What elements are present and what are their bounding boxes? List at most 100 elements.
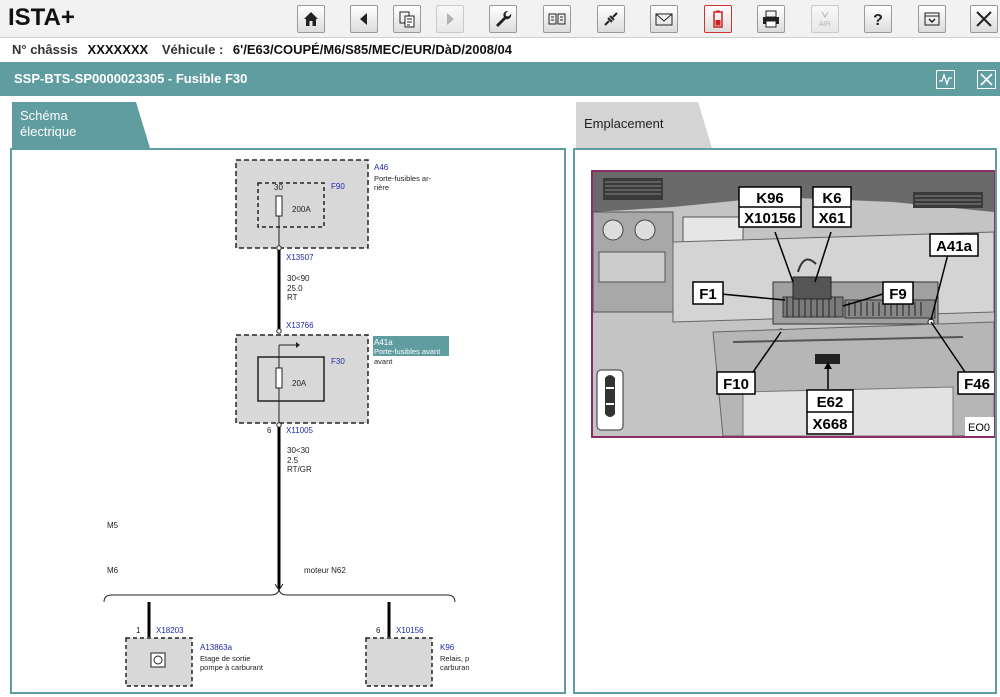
connection-icon: [604, 12, 618, 26]
chassis-value: XXXXXXX: [87, 42, 149, 57]
moteur-label: moteur N62: [304, 566, 346, 575]
forward-button[interactable]: [436, 5, 464, 33]
x10156-label[interactable]: X10156: [396, 626, 424, 635]
f90-fuse-symbol: [275, 195, 283, 217]
loc-label-x668[interactable]: X668: [812, 416, 847, 433]
x13507-label[interactable]: X13507: [286, 253, 314, 262]
k96-module-box[interactable]: [365, 637, 433, 687]
document-header: SSP-BTS-SP0000023305 - Fusible F30: [0, 62, 1000, 96]
f90-rating: 200A: [292, 205, 311, 214]
loc-label-f46[interactable]: F46: [964, 376, 990, 393]
wire2-id: 30<30: [287, 446, 310, 455]
minimize-icon: [924, 12, 940, 26]
print-button[interactable]: [757, 5, 785, 33]
a41a-desc-1: Porte-fusibles avant: [374, 347, 441, 356]
loc-label-a41a[interactable]: A41a: [936, 238, 973, 255]
close-button[interactable]: [970, 5, 998, 33]
app-title: ISTA+: [8, 4, 75, 31]
back-button[interactable]: [350, 5, 378, 33]
a41a-id[interactable]: A41a: [374, 338, 393, 347]
battery-button[interactable]: [704, 5, 732, 33]
print-icon: [763, 10, 779, 28]
x18203-label[interactable]: X18203: [156, 626, 184, 635]
toolbar: ISTA+ AIR ?: [0, 0, 1000, 38]
dashboard-illustration: K96 X10156 K6 X61 A41a F1 F9 F10 F46 E62: [593, 172, 994, 436]
wrench-icon: [496, 10, 512, 27]
loc-label-k6[interactable]: K6: [822, 190, 841, 207]
loc-label-x10156[interactable]: X10156: [744, 210, 796, 227]
mail-icon: [655, 13, 673, 26]
vehicle-value: 6'/E63/COUPÉ/M6/S85/MEC/EUR/DàD/2008/04: [232, 42, 513, 57]
home-button[interactable]: [297, 5, 325, 33]
connection-button[interactable]: [597, 5, 625, 33]
waveform-icon: [939, 72, 952, 87]
service-button[interactable]: [489, 5, 517, 33]
pin-1: 1: [136, 626, 141, 635]
f30-rating: 20A: [292, 379, 307, 388]
loc-label-k96[interactable]: K96: [756, 190, 784, 207]
x13507-connector: [276, 245, 282, 251]
wiring-diagram-panel[interactable]: 30 200A F90 A46 Porte-fusibles ar- rière…: [10, 148, 566, 694]
air-label: AIR: [819, 21, 831, 28]
close-icon: [980, 73, 993, 86]
tab-schema-line1: Schéma: [20, 108, 68, 123]
help-label: ?: [873, 12, 883, 29]
wire1-id: 30<90: [287, 274, 310, 283]
m6-label: M6: [107, 566, 119, 575]
air-icon: AIR: [819, 11, 831, 28]
f90-pin: 30: [274, 183, 283, 192]
k96-id[interactable]: K96: [440, 643, 455, 652]
k96-desc-2: carburan: [440, 663, 470, 672]
compare-button[interactable]: [543, 5, 571, 33]
document-close-button[interactable]: [977, 70, 996, 89]
f30-id[interactable]: F30: [331, 357, 345, 366]
tab-schema-electrique[interactable]: Schéma électrique: [12, 102, 150, 148]
x11005-connector: [276, 422, 282, 428]
home-icon: [304, 12, 318, 26]
x11005-label[interactable]: X11005: [286, 426, 314, 435]
documents-icon: [399, 11, 415, 28]
tab-emplacement-label: Emplacement: [584, 116, 664, 131]
a41a-desc-2: avant: [374, 357, 393, 366]
component-location-image[interactable]: K96 X10156 K6 X61 A41a F1 F9 F10 F46 E62: [591, 170, 995, 438]
vehicle-info: N° châssis XXXXXXX Véhicule : 6'/E63/COU…: [0, 38, 1000, 62]
wire2-color: RT/GR: [287, 465, 312, 474]
loc-label-f10[interactable]: F10: [723, 376, 749, 393]
loc-label-f1[interactable]: F1: [699, 286, 717, 303]
tab-schema-line2: électrique: [20, 124, 77, 139]
pump-stage-icon: [150, 652, 166, 668]
tab-emplacement[interactable]: Emplacement: [576, 102, 712, 148]
battery-icon: [713, 10, 723, 28]
vehicle-label: Véhicule :: [161, 42, 224, 57]
pin-6b: 6: [376, 626, 381, 635]
a13863a-id[interactable]: A13863a: [200, 643, 233, 652]
a13863a-desc-1: Etage de sortie: [200, 654, 250, 663]
a46-module-box[interactable]: [235, 159, 369, 249]
x13766-connector: [276, 328, 282, 334]
ista-window: ISTA+ AIR ? N° châssis XXXXXXX Véhicule …: [0, 0, 1000, 697]
x13766-label[interactable]: X13766: [286, 321, 314, 330]
loc-label-e62[interactable]: E62: [817, 394, 844, 411]
image-code: EO0: [968, 422, 990, 434]
loc-label-f9[interactable]: F9: [889, 286, 907, 303]
close-icon: [976, 11, 992, 27]
help-button[interactable]: ?: [864, 5, 892, 33]
f90-id[interactable]: F90: [331, 182, 345, 191]
signal-button[interactable]: [936, 70, 955, 89]
k96-desc-1: Relais, p: [440, 654, 469, 663]
chassis-label: N° châssis: [12, 42, 78, 57]
documents-button[interactable]: [393, 5, 421, 33]
minimize-button[interactable]: [918, 5, 946, 33]
location-panel: K96 X10156 K6 X61 A41a F1 F9 F10 F46 E62: [573, 148, 997, 694]
a46-id[interactable]: A46: [374, 163, 389, 172]
help-icon: ?: [873, 12, 883, 29]
a46-desc-1: Porte-fusibles ar-: [374, 174, 432, 183]
a13863a-desc-2: pompe à carburant: [200, 663, 264, 672]
mail-button[interactable]: [650, 5, 678, 33]
loc-label-x61[interactable]: X61: [819, 210, 846, 227]
a46-desc-2: rière: [374, 183, 389, 192]
f30-fuse-symbol: [275, 367, 283, 389]
air-button[interactable]: AIR: [811, 5, 839, 33]
back-icon: [360, 13, 367, 25]
wire2-size: 2.5: [287, 456, 299, 465]
